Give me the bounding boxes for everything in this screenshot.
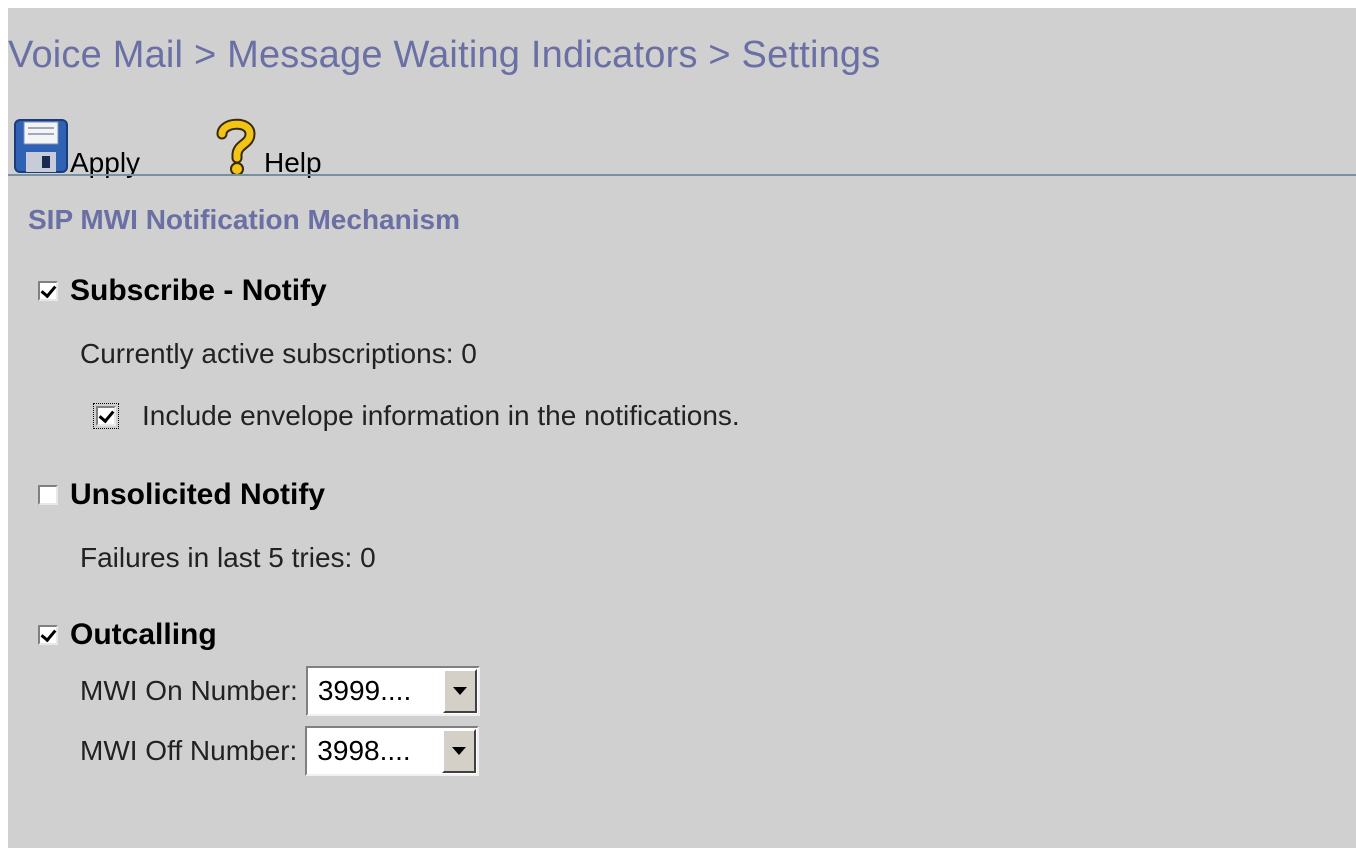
mwi-off-select[interactable]: 3998....	[305, 726, 480, 776]
subscribe-notify-option: Subscribe - Notify	[38, 274, 327, 308]
chevron-down-icon	[452, 687, 467, 695]
mwi-off-dropdown-button[interactable]	[442, 729, 477, 773]
unsolicited-notify-option: Unsolicited Notify	[38, 478, 325, 512]
include-envelope-checkbox[interactable]	[93, 403, 119, 429]
floppy-disk-icon	[12, 116, 70, 183]
unsolicited-notify-checkbox[interactable]	[38, 485, 58, 505]
help-label[interactable]: Help	[264, 147, 322, 183]
toolbar-divider	[8, 174, 1356, 176]
include-envelope-option: Include envelope information in the noti…	[93, 400, 740, 432]
section-title: SIP MWI Notification Mechanism	[28, 204, 460, 235]
subscribe-notify-label: Subscribe - Notify	[70, 274, 327, 307]
apply-button[interactable]: Apply	[12, 116, 140, 183]
outcalling-option: Outcalling	[38, 618, 217, 652]
breadcrumb: Voice Mail > Message Waiting Indicators …	[8, 34, 881, 76]
mwi-on-value: 3999....	[317, 675, 412, 706]
mwi-off-label: MWI Off Number:	[80, 735, 298, 766]
failures-text: Failures in last 5 tries: 0	[80, 542, 376, 573]
outcalling-label: Outcalling	[70, 618, 217, 651]
help-button[interactable]: Help	[206, 116, 322, 183]
subscribe-notify-checkbox[interactable]	[38, 281, 58, 301]
mwi-off-value: 3998....	[317, 735, 411, 766]
include-envelope-label: Include envelope information in the noti…	[142, 400, 740, 431]
unsolicited-notify-label: Unsolicited Notify	[70, 478, 326, 511]
question-mark-icon	[206, 116, 264, 183]
mwi-on-row: MWI On Number: 3999....	[80, 666, 480, 716]
mwi-off-row: MWI Off Number: 3998....	[80, 726, 480, 776]
chevron-down-icon	[452, 747, 467, 755]
mwi-on-label: MWI On Number:	[80, 675, 298, 706]
settings-panel: Voice Mail > Message Waiting Indicators …	[8, 8, 1356, 848]
mwi-on-select[interactable]: 3999....	[305, 666, 480, 716]
mwi-on-dropdown-button[interactable]	[442, 669, 477, 713]
outcalling-checkbox[interactable]	[38, 625, 58, 645]
active-subscriptions-text: Currently active subscriptions: 0	[80, 338, 477, 369]
toolbar: Apply Help	[8, 116, 1356, 178]
apply-label[interactable]: Apply	[70, 147, 140, 183]
